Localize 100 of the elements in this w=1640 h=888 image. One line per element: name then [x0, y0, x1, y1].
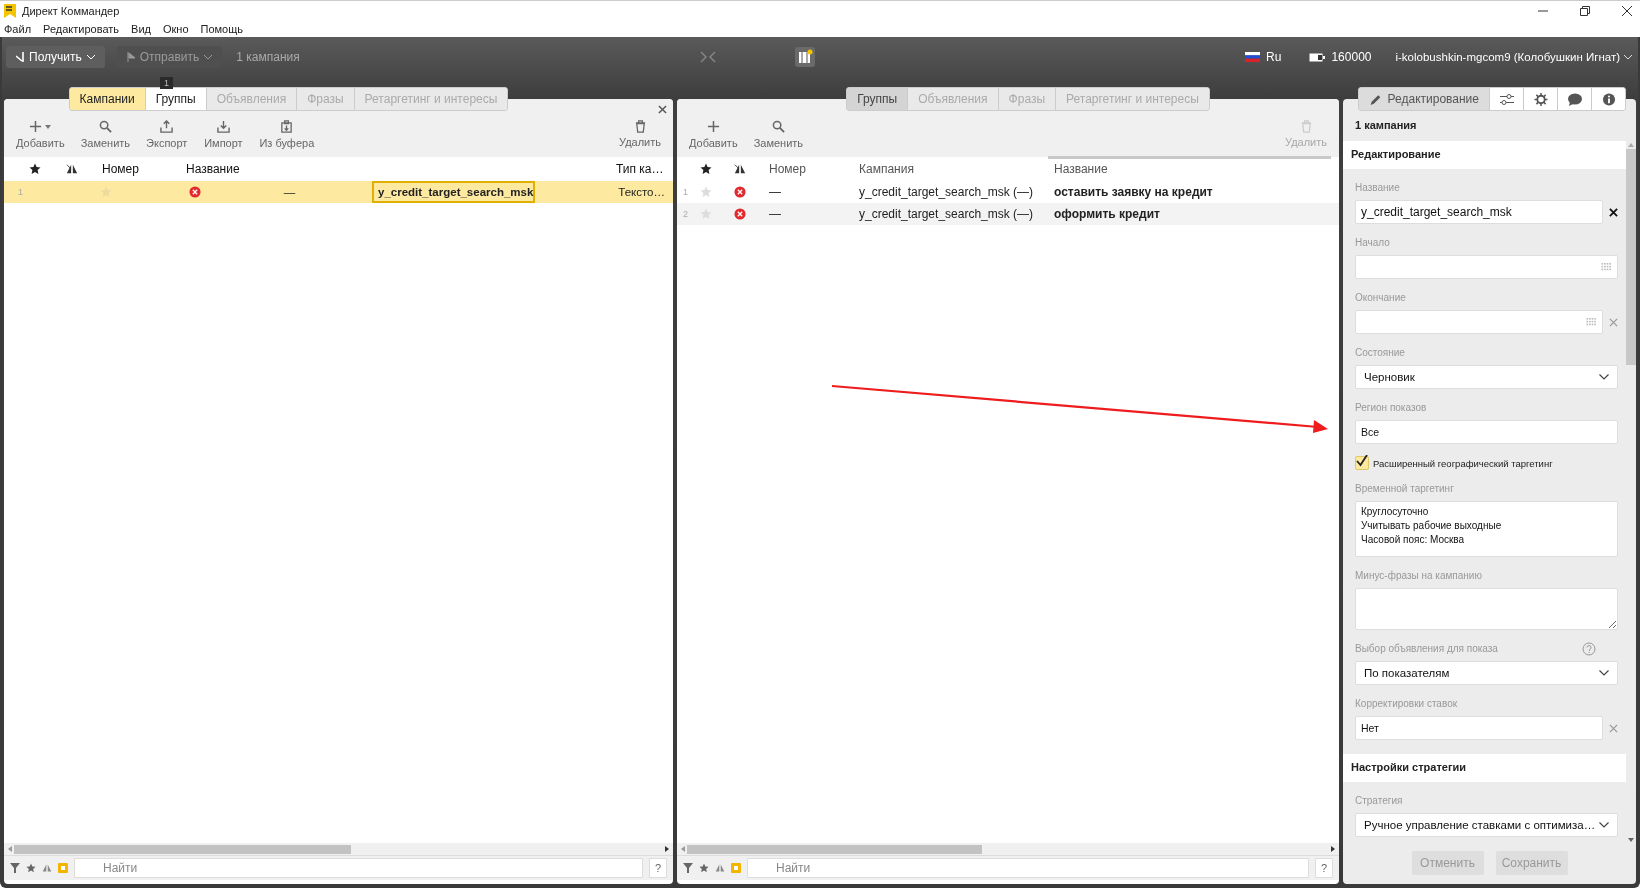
- text-field[interactable]: y_credit_target_search_msk: [1355, 200, 1603, 224]
- column-header[interactable]: Номер: [763, 162, 853, 176]
- table-cell-text: —: [282, 186, 296, 198]
- filter-icon[interactable]: [10, 863, 20, 873]
- calendar-icon[interactable]: [1601, 263, 1612, 271]
- tab[interactable]: Редактирование: [1358, 88, 1489, 110]
- dropdown[interactable]: Черновик: [1355, 365, 1618, 389]
- tag-icon[interactable]: [731, 863, 741, 873]
- calendar-icon[interactable]: [1586, 318, 1597, 326]
- caret-icon[interactable]: [1624, 54, 1632, 60]
- panel-header: 1 кампания: [1354, 118, 1418, 133]
- table-cell-text: Тексто…: [617, 186, 665, 198]
- icon-tab[interactable]: [1489, 88, 1523, 110]
- sliders-icon: [1499, 92, 1514, 106]
- collapse-icon[interactable]: [699, 51, 716, 63]
- column-header[interactable]: Название: [1048, 156, 1331, 176]
- menu-item[interactable]: Помощь: [200, 23, 243, 35]
- star-icon[interactable]: [700, 186, 712, 198]
- table-row[interactable]: 2 — y_credit_target_search_msk (—) оформить кредит: [677, 203, 1339, 225]
- flip-icon: [734, 163, 746, 175]
- time-targeting-field[interactable]: Круглосуточно Учитывать рабочие выходные Часовой пояс: Москва: [1355, 501, 1618, 557]
- column-header[interactable]: Номер: [96, 162, 180, 176]
- toolbar-button[interactable]: Из буфера: [253, 119, 321, 149]
- flip-icon[interactable]: [715, 863, 725, 873]
- restore-icon[interactable]: [1580, 6, 1590, 16]
- notes-icon[interactable]: [794, 47, 815, 67]
- field-label: Временной таргетинг: [1355, 482, 1454, 496]
- help-button[interactable]: ?: [649, 858, 667, 878]
- date-field[interactable]: [1355, 310, 1603, 334]
- field-label: Выбор объявления для показа: [1355, 642, 1498, 656]
- column-header[interactable]: Название: [180, 162, 610, 176]
- icon-tab[interactable]: [1591, 88, 1625, 110]
- tab[interactable]: Группы: [144, 88, 206, 110]
- text-field[interactable]: Все: [1355, 420, 1618, 444]
- column-header[interactable]: Кампания: [853, 162, 1048, 176]
- window-title: Директ Коммандер: [22, 5, 120, 17]
- field-label: Минус-фразы на кампанию: [1355, 569, 1482, 583]
- checkbox-label[interactable]: Расширенный географический таргетинг: [1373, 457, 1553, 469]
- column-header[interactable]: Тип ка…: [610, 162, 673, 176]
- toolbar-button[interactable]: Заменить: [747, 119, 810, 149]
- toolbar-button[interactable]: Экспорт: [140, 119, 194, 149]
- table-row[interactable]: 1 — y_credit_target_search_msk (—) оставить заявку на кредит: [677, 181, 1339, 203]
- search-field[interactable]: Найти: [74, 858, 643, 878]
- scroll-right-icon[interactable]: [1331, 846, 1335, 852]
- name-cell[interactable]: y_credit_target_search_msk: [372, 181, 536, 203]
- battery-icon: [1309, 52, 1326, 62]
- scroll-left-icon[interactable]: [8, 846, 12, 852]
- scroll-left-icon[interactable]: [681, 846, 685, 852]
- plus-icon: [706, 120, 720, 133]
- toolbar-button[interactable]: Заменить: [74, 119, 137, 149]
- dropdown[interactable]: Ручное управление ставками с оптимиза…: [1355, 813, 1618, 837]
- language-label[interactable]: Ru: [1266, 50, 1282, 64]
- field-label: Стратегия: [1355, 794, 1403, 808]
- search-field[interactable]: Найти: [747, 858, 1309, 878]
- chevron-down-icon: [1599, 374, 1609, 380]
- search-icon: [98, 120, 112, 133]
- clear-icon[interactable]: [1609, 207, 1618, 217]
- icon-tab[interactable]: [1557, 88, 1591, 110]
- toolbar-button[interactable]: Добавить: [683, 119, 744, 149]
- flip-icon[interactable]: [42, 863, 52, 873]
- text-field[interactable]: Нет: [1355, 716, 1603, 740]
- account-name[interactable]: i-kolobushkin-mgcom9 (Колобушкин Игнат): [1395, 51, 1620, 63]
- search-icon: [771, 120, 785, 133]
- selection-count: 1 кампания: [236, 50, 300, 64]
- toolbar-button[interactable]: Добавить: [10, 119, 71, 149]
- menu-item[interactable]: Вид: [131, 23, 151, 35]
- toolbar-button[interactable]: Импорт: [197, 119, 250, 149]
- get-button[interactable]: Получить: [6, 46, 105, 68]
- horizontal-scrollbar[interactable]: [4, 843, 673, 855]
- section-header: Настройки стратегии: [1343, 754, 1626, 782]
- field-label: Регион показов: [1355, 401, 1427, 415]
- scroll-down-icon[interactable]: [1628, 838, 1634, 842]
- app-icon: [4, 4, 16, 18]
- star-icon[interactable]: [699, 863, 709, 873]
- filter-icon[interactable]: [683, 863, 693, 873]
- help-button[interactable]: ?: [1315, 858, 1333, 878]
- tab[interactable]: Кампании: [69, 88, 145, 110]
- checkbox[interactable]: [1355, 456, 1369, 470]
- scroll-up-icon[interactable]: [1628, 143, 1634, 147]
- menu-item[interactable]: Окно: [162, 23, 189, 35]
- menu-item[interactable]: Файл: [4, 23, 32, 35]
- tag-icon[interactable]: [58, 863, 68, 873]
- table-cell-text: —: [768, 207, 782, 221]
- tab[interactable]: Группы: [847, 88, 908, 110]
- icon-tab[interactable]: [1523, 88, 1557, 110]
- horizontal-scrollbar[interactable]: [677, 843, 1339, 855]
- delete-button[interactable]: Удалить: [613, 120, 667, 148]
- table-row[interactable]: 1 — y_credit_target_search_msk Тексто…: [4, 181, 673, 203]
- scroll-right-icon[interactable]: [665, 846, 669, 852]
- menu-item[interactable]: Редактировать: [43, 23, 120, 35]
- close-icon[interactable]: [1622, 6, 1632, 16]
- vertical-scrollbar[interactable]: [1626, 141, 1636, 842]
- star-icon[interactable]: [26, 863, 36, 873]
- date-field[interactable]: [1355, 255, 1618, 279]
- dropdown[interactable]: По показателям: [1355, 661, 1618, 685]
- close-icon[interactable]: [658, 105, 667, 114]
- plus-icon: [29, 120, 43, 133]
- chevron-down-icon: [1599, 822, 1609, 828]
- text-line: Часовой пояс: Москва: [1361, 534, 1466, 545]
- help-icon[interactable]: [1582, 642, 1596, 656]
